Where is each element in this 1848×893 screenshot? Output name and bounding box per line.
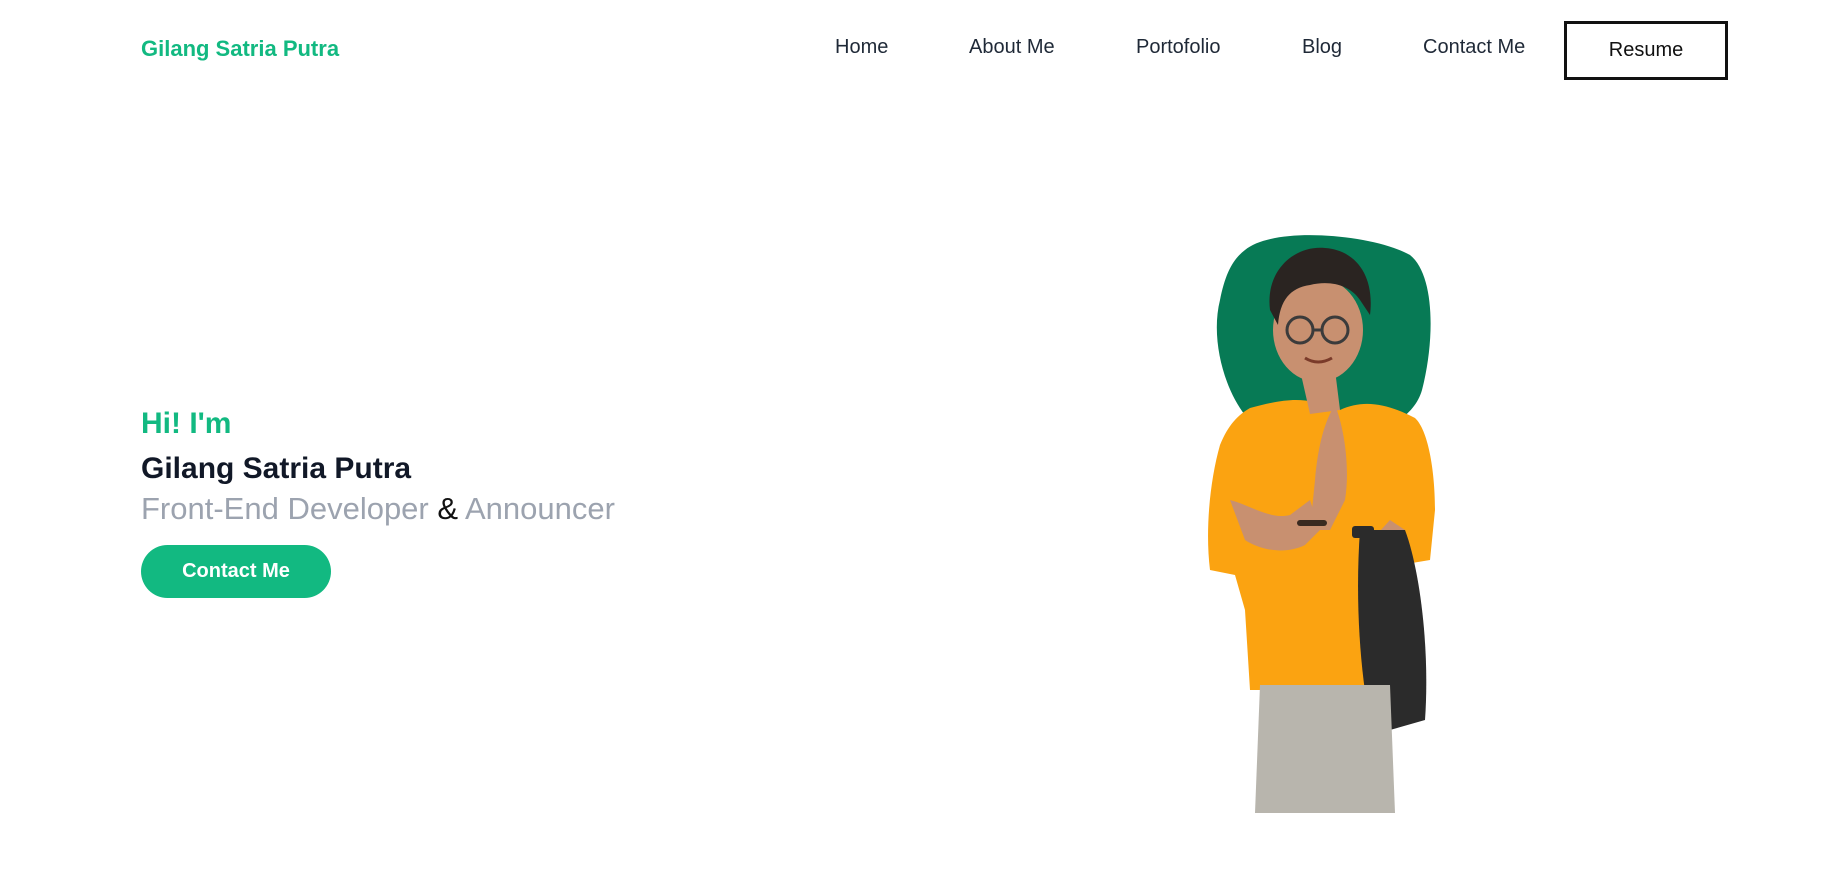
pants-shape (1255, 685, 1395, 813)
hero-greeting: Hi! I'm (141, 407, 232, 440)
hero-role-primary: Front-End Developer (141, 491, 429, 526)
top-navbar: Gilang Satria Putra Home About Me Portof… (0, 0, 1848, 100)
nav-link-about-me[interactable]: About Me (969, 36, 1055, 59)
hero-role-separator: & (437, 491, 459, 526)
contact-me-button[interactable]: Contact Me (141, 545, 331, 598)
portrait-image (1190, 230, 1490, 813)
brand-logo[interactable]: Gilang Satria Putra (141, 36, 339, 62)
nav-link-blog[interactable]: Blog (1302, 36, 1342, 59)
person-portrait-icon (1208, 235, 1435, 813)
nav-link-home[interactable]: Home (835, 36, 888, 59)
nav-link-contact-me[interactable]: Contact Me (1423, 36, 1525, 59)
hero-name: Gilang Satria Putra (141, 452, 412, 485)
hero-role-secondary: Announcer (464, 491, 615, 526)
nav-link-portofolio[interactable]: Portofolio (1136, 36, 1221, 59)
hero-role: Front-End Developer & Announcer (141, 491, 615, 527)
resume-button[interactable]: Resume (1564, 21, 1728, 80)
portfolio-page: Gilang Satria Putra Home About Me Portof… (0, 0, 1848, 893)
